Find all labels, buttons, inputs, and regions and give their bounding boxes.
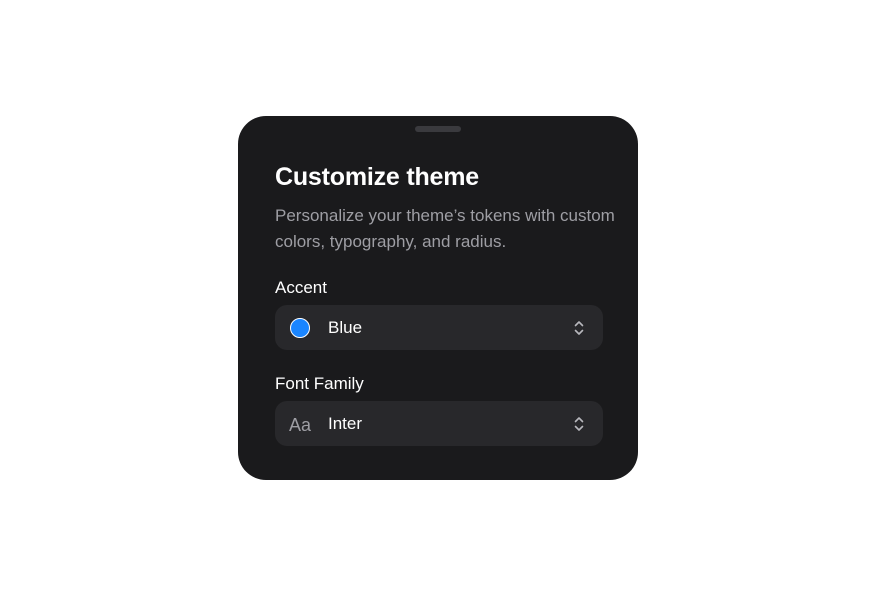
drag-handle[interactable] <box>415 126 461 132</box>
sheet-description: Personalize your theme’s tokens with cus… <box>275 206 615 251</box>
font-family-label: Font Family <box>275 374 364 393</box>
blue-color-swatch-icon <box>290 318 310 338</box>
chevron-up-down-icon <box>574 417 584 431</box>
font-family-select[interactable]: Aa Inter <box>275 401 603 446</box>
font-family-value: Inter <box>328 414 363 433</box>
customize-theme-sheet: Customize theme Personalize your theme’s… <box>238 116 638 480</box>
accent-value: Blue <box>328 318 363 337</box>
chevron-up-down-icon <box>574 321 584 335</box>
text-aa-icon: Aa <box>289 413 312 435</box>
accent-select[interactable]: Blue <box>275 305 603 350</box>
sheet-title: Customize theme <box>275 163 479 191</box>
svg-text:Aa: Aa <box>289 415 312 435</box>
accent-swatch <box>289 317 311 339</box>
accent-label: Accent <box>275 278 327 297</box>
